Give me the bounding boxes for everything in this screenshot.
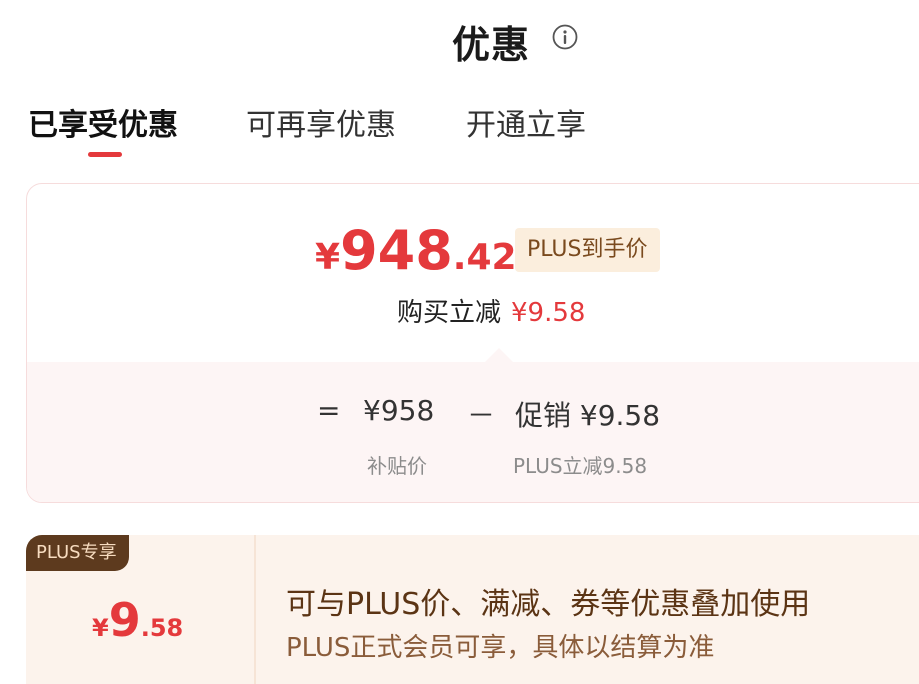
- amount-integer: 9: [108, 593, 141, 647]
- price-decimal: .42: [452, 237, 517, 278]
- instant-discount-label: 购买立减: [397, 298, 502, 328]
- plus-exclusive-badge: PLUS专享: [26, 535, 129, 571]
- plus-description: 可与PLUS价、满减、券等优惠叠加使用: [286, 587, 811, 622]
- breakdown-pointer: [485, 348, 513, 362]
- currency-symbol: ¥: [315, 237, 341, 278]
- price-integer: 948: [340, 219, 453, 282]
- base-price-label: 补贴价: [367, 454, 427, 478]
- divider: [254, 535, 256, 684]
- instant-discount-amount: ¥9.58: [511, 298, 586, 328]
- header: 优惠: [0, 12, 919, 68]
- currency-symbol: ¥: [92, 614, 109, 642]
- minus-sign: －: [467, 399, 496, 432]
- discount-page: 优惠 已享受优惠 可再享优惠 开通立享 ¥948.42 PLUS到手价 购买立减…: [0, 0, 919, 684]
- plus-exclusive-card[interactable]: PLUS专享 ¥9.58 可与PLUS价、满减、券等优惠叠加使用 PLUS正式会…: [26, 535, 919, 684]
- price-card: ¥948.42 PLUS到手价 购买立减 ¥9.58 = ¥958 － 促销 ¥9…: [26, 183, 919, 503]
- plus-discount-amount: ¥9.58: [92, 597, 183, 643]
- info-icon[interactable]: [552, 24, 578, 50]
- tab-open-now[interactable]: 开通立享: [466, 100, 586, 144]
- tab-more-discounts[interactable]: 可再享优惠: [246, 100, 396, 144]
- base-price: ¥958: [363, 394, 435, 427]
- promo-label: PLUS立减9.58: [513, 454, 648, 478]
- equals-sign: =: [317, 394, 341, 427]
- amount-decimal: .58: [140, 614, 184, 642]
- page-title: 优惠: [452, 23, 531, 67]
- active-tab-indicator: [88, 152, 122, 157]
- final-price: ¥948.42: [315, 224, 517, 278]
- tab-enjoyed-discounts[interactable]: 已享受优惠: [28, 100, 178, 144]
- promo-amount: 促销 ¥9.58: [515, 399, 661, 432]
- instant-discount-line: 购买立减 ¥9.58: [397, 292, 585, 329]
- plus-description-note: PLUS正式会员可享，具体以结算为准: [286, 633, 715, 663]
- price-breakdown: = ¥958 － 促销 ¥9.58 补贴价 PLUS立减9.58: [27, 348, 919, 502]
- plus-price-tag: PLUS到手价: [515, 228, 660, 272]
